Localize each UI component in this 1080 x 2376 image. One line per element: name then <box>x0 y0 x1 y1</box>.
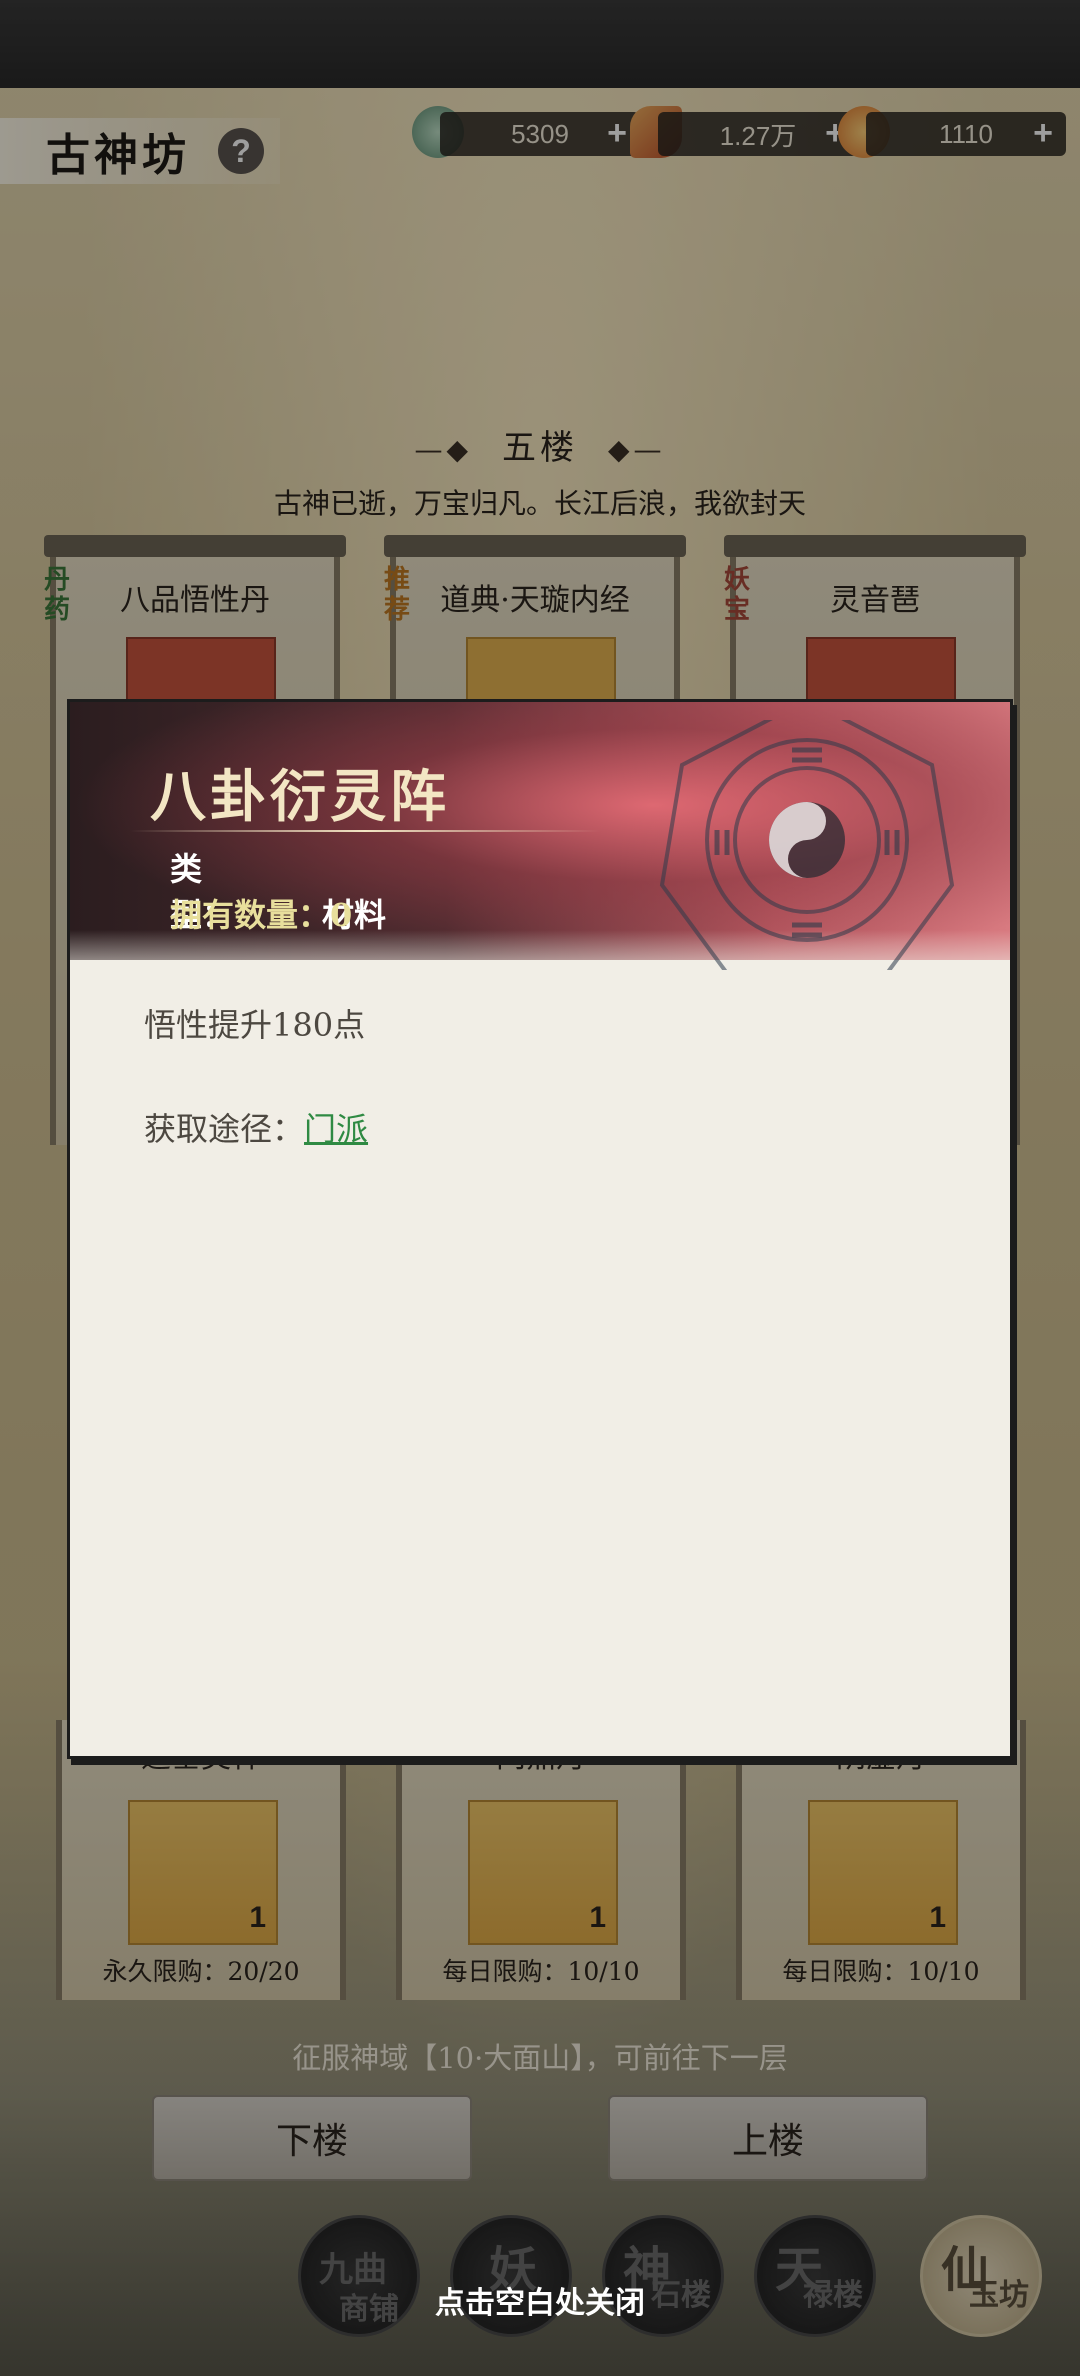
owned-value: 0 <box>330 896 353 934</box>
close-hint: 点击空白处关闭 <box>435 2286 645 2321</box>
owned-label: 拥有数量： <box>170 896 331 934</box>
item-name: 八卦衍灵阵 <box>150 764 450 830</box>
source-link-sect[interactable]: 门派 <box>304 1110 368 1148</box>
title-divider <box>130 830 600 832</box>
bagua-icon <box>659 720 955 970</box>
source-label: 获取途径： <box>144 1110 305 1148</box>
item-detail-popup: 八卦衍灵阵 类 型： 材料 拥有数量：0 悟性提升180点 获取途径：门派 <box>70 702 1010 1756</box>
owned-count-row: 拥有数量：0 <box>170 890 352 936</box>
item-source-row: 获取途径：门派 <box>144 1104 368 1150</box>
item-description: 悟性提升180点 <box>144 1006 366 1044</box>
